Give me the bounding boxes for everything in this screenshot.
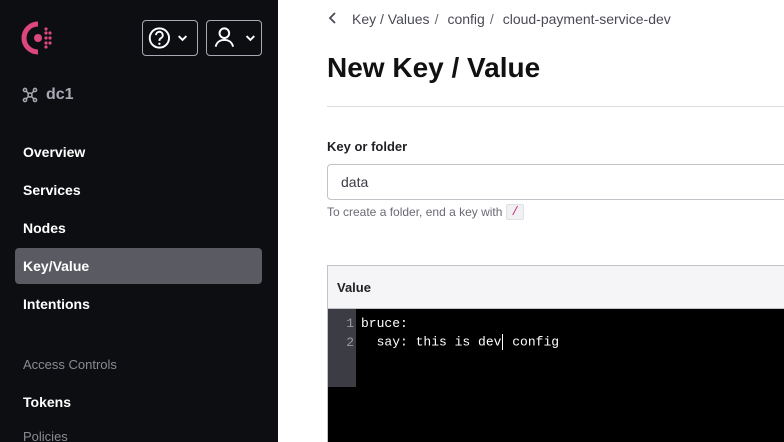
- datacenter-selector[interactable]: dc1: [22, 86, 74, 104]
- key-field-label: Key or folder: [327, 139, 408, 154]
- user-menu-button[interactable]: [206, 20, 262, 56]
- line-text: bruce:: [361, 315, 408, 331]
- access-controls-heading: Access Controls: [23, 357, 117, 372]
- sidebar-item-services[interactable]: Services: [15, 172, 262, 208]
- line-number: 1: [346, 315, 354, 331]
- sidebar-item-policies[interactable]: Policies: [23, 429, 68, 442]
- breadcrumb: Key / Values / config / cloud-payment-se…: [328, 11, 671, 27]
- sidebar: dc1 Overview Services Nodes Key/Value In…: [0, 0, 278, 442]
- datacenter-icon: [22, 87, 38, 103]
- line-number: 2: [346, 334, 354, 350]
- editor-line: 2 say: this is dev config: [328, 332, 559, 352]
- breadcrumb-service[interactable]: cloud-payment-service-dev: [503, 11, 671, 27]
- breadcrumb-separator: /: [489, 11, 494, 27]
- key-hint-text: To create a folder, end a key with: [327, 205, 503, 219]
- value-panel: Value 1 bruce: 2 say: this is dev config: [327, 265, 784, 442]
- sidebar-item-overview[interactable]: Overview: [15, 134, 262, 170]
- breadcrumb-separator: /: [434, 11, 439, 27]
- divider: [327, 106, 784, 107]
- sidebar-item-intentions[interactable]: Intentions: [15, 286, 262, 322]
- line-text: say: this is dev config: [361, 334, 559, 350]
- value-label: Value: [328, 266, 784, 309]
- key-hint: To create a folder, end a key with /: [327, 204, 524, 220]
- line-text-before-caret: say: this is dev: [361, 334, 502, 350]
- datacenter-name: dc1: [46, 86, 74, 103]
- breadcrumb-config[interactable]: config: [447, 11, 484, 27]
- value-code-editor[interactable]: 1 bruce: 2 say: this is dev config: [328, 309, 784, 442]
- main-content: Key / Values / config / cloud-payment-se…: [278, 0, 784, 442]
- sidebar-item-tokens[interactable]: Tokens: [15, 384, 262, 420]
- line-text-after-caret: config: [504, 334, 560, 350]
- help-icon: [148, 27, 188, 49]
- user-icon: [214, 27, 255, 47]
- sidebar-item-nodes[interactable]: Nodes: [15, 210, 262, 246]
- key-input[interactable]: [327, 164, 784, 200]
- consul-logo-icon[interactable]: [20, 20, 58, 56]
- breadcrumb-key-values[interactable]: Key / Values: [352, 11, 430, 27]
- sidebar-item-key-value[interactable]: Key/Value: [15, 248, 262, 284]
- help-menu-button[interactable]: [142, 20, 198, 56]
- editor-line: 1 bruce:: [328, 313, 408, 333]
- page-title: New Key / Value: [327, 52, 541, 83]
- back-chevron-icon[interactable]: [328, 11, 338, 27]
- key-hint-code: /: [506, 204, 524, 220]
